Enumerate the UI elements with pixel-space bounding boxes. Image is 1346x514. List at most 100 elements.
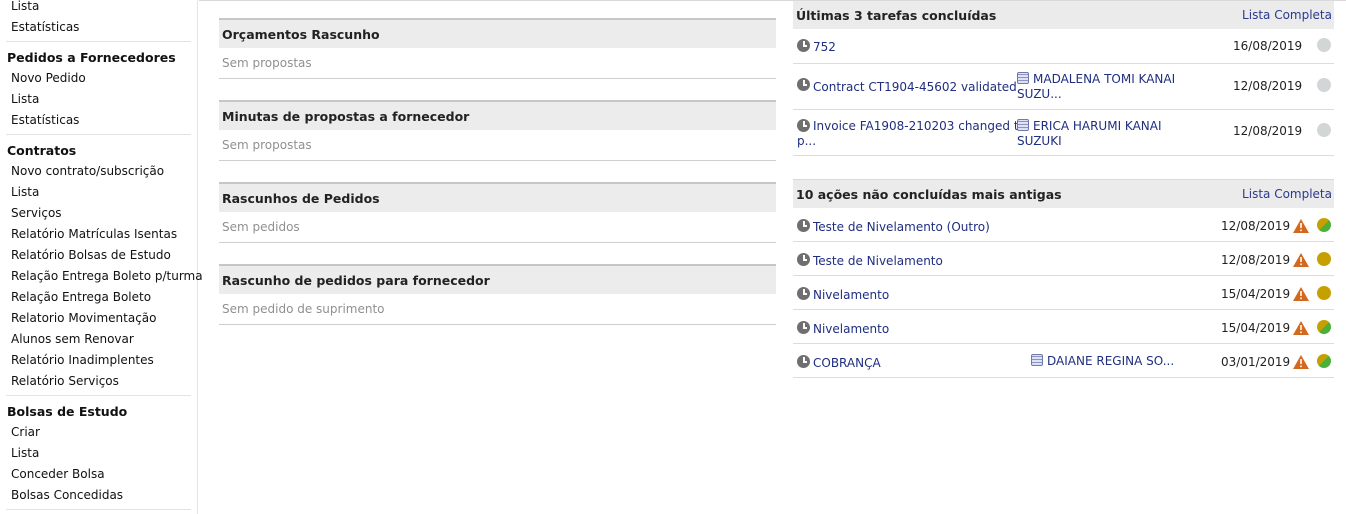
- pending-action-row: Teste de Nivelamento (Outro) 12/08/2019: [793, 208, 1334, 242]
- pending-actions-header: 10 ações não concluídas mais antigas Lis…: [793, 179, 1334, 208]
- pending-action-row: Nivelamento 15/04/2019: [793, 276, 1334, 310]
- draft-box-pedidos-fornecedor: Rascunho de pedidos para fornecedor Sem …: [219, 264, 776, 325]
- sidebar-divider: [6, 41, 191, 42]
- draft-box-orcamentos: Orçamentos Rascunho Sem propostas: [219, 18, 776, 79]
- completed-full-list-link[interactable]: Lista Completa: [1242, 1, 1332, 30]
- draft-box-title: Orçamentos Rascunho: [219, 18, 776, 48]
- building-icon: [1017, 72, 1029, 84]
- sidebar-link-relacao-entrega-boleto-turma[interactable]: Relação Entrega Boleto p/turma: [0, 266, 203, 287]
- sidebar-link-estatisticas[interactable]: Estatísticas: [0, 17, 197, 38]
- user-name-line1: MADALENA TOMI KANAI: [1033, 72, 1176, 86]
- action-date: 15/04/2019: [1221, 321, 1291, 335]
- action-link[interactable]: COBRANÇA: [813, 356, 881, 370]
- clock-icon: [797, 119, 810, 132]
- clock-icon: [797, 321, 810, 334]
- task-date: 16/08/2019: [1233, 39, 1303, 53]
- user-name-line2: SUZU...: [1017, 87, 1062, 101]
- sidebar-link-bolsas-concedidas[interactable]: Bolsas Concedidas: [0, 485, 197, 506]
- status-dot-icon: [1317, 123, 1331, 137]
- warning-icon: [1293, 253, 1309, 267]
- action-link[interactable]: Nivelamento: [813, 322, 889, 336]
- clock-icon: [797, 287, 810, 300]
- sidebar-link-servicos[interactable]: Serviços: [0, 203, 197, 224]
- sidebar-link-relatorio-inadimplentes[interactable]: Relatório Inadimplentes: [0, 350, 197, 371]
- completed-tasks-panel: Últimas 3 tarefas concluídas Lista Compl…: [793, 0, 1334, 156]
- sidebar-link-conceder-bolsa[interactable]: Conceder Bolsa: [0, 464, 197, 485]
- warning-icon: [1293, 355, 1309, 369]
- completed-tasks-title: Últimas 3 tarefas concluídas: [796, 8, 997, 23]
- task-link[interactable]: 752: [813, 40, 836, 54]
- task-link-line1: Invoice FA1908-210203 changed to: [813, 119, 1026, 133]
- sidebar-link-alunos-sem-renovar[interactable]: Alunos sem Renovar: [0, 329, 197, 350]
- status-dot-icon: [1317, 320, 1331, 334]
- user-name-line1: ERICA HARUMI KANAI: [1033, 119, 1162, 133]
- sidebar-section-contratos[interactable]: Contratos: [0, 140, 197, 161]
- action-date: 12/08/2019: [1221, 219, 1291, 233]
- draft-box-title: Rascunhos de Pedidos: [219, 182, 776, 212]
- sidebar-divider: [6, 395, 191, 396]
- user-link[interactable]: ERICA HARUMI KANAI SUZUKI: [1017, 119, 1197, 149]
- sidebar-section-bolsas-estudo[interactable]: Bolsas de Estudo: [0, 401, 197, 422]
- sidebar-link-lista[interactable]: Lista: [0, 0, 197, 17]
- warning-icon: [1293, 219, 1309, 233]
- draft-box-rascunhos-pedidos: Rascunhos de Pedidos Sem pedidos: [219, 182, 776, 243]
- pending-actions-title: 10 ações não concluídas mais antigas: [796, 187, 1062, 202]
- task-date: 12/08/2019: [1233, 79, 1303, 93]
- sidebar-section-pedidos-fornecedores[interactable]: Pedidos a Fornecedores: [0, 47, 197, 68]
- draft-box-empty-text: Sem pedidos: [222, 220, 300, 234]
- sidebar-link-relatorio-bolsas-estudo[interactable]: Relatório Bolsas de Estudo: [0, 245, 197, 266]
- clock-icon: [797, 219, 810, 232]
- sidebar-link-novo-contrato[interactable]: Novo contrato/subscrição: [0, 161, 197, 182]
- sidebar-link-lista-contratos[interactable]: Lista: [0, 182, 197, 203]
- warning-icon: [1293, 321, 1309, 335]
- sidebar-divider: [6, 134, 191, 135]
- action-link[interactable]: Teste de Nivelamento (Outro): [813, 220, 990, 234]
- status-dot-icon: [1317, 78, 1331, 92]
- completed-tasks-header: Últimas 3 tarefas concluídas Lista Compl…: [793, 0, 1334, 29]
- clock-icon: [797, 355, 810, 368]
- draft-box-minutas: Minutas de propostas a fornecedor Sem pr…: [219, 100, 776, 161]
- sidebar-link-criar[interactable]: Criar: [0, 422, 197, 443]
- user-link[interactable]: MADALENA TOMI KANAI SUZU...: [1017, 72, 1197, 102]
- completed-task-row: 752 16/08/2019: [793, 29, 1334, 64]
- status-dot-icon: [1317, 354, 1331, 368]
- sidebar-link-novo-pedido[interactable]: Novo Pedido: [0, 68, 197, 89]
- clock-icon: [797, 78, 810, 91]
- building-icon: [1017, 119, 1029, 131]
- draft-box-title: Minutas de propostas a fornecedor: [219, 100, 776, 130]
- task-link[interactable]: Invoice FA1908-210203 changed to p...: [797, 119, 1026, 149]
- status-dot-icon: [1317, 38, 1331, 52]
- sidebar-divider: [6, 509, 191, 510]
- draft-box-title: Rascunho de pedidos para fornecedor: [219, 264, 776, 294]
- left-sidebar: Lista Estatísticas Pedidos a Fornecedore…: [0, 0, 203, 514]
- draft-box-empty-text: Sem propostas: [222, 56, 312, 70]
- action-date: 03/01/2019: [1221, 355, 1291, 369]
- status-dot-icon: [1317, 252, 1331, 266]
- sidebar-link-lista-pedidos[interactable]: Lista: [0, 89, 197, 110]
- pending-action-row: Nivelamento 15/04/2019: [793, 310, 1334, 344]
- pending-actions-panel: 10 ações não concluídas mais antigas Lis…: [793, 179, 1334, 378]
- draft-box-empty-text: Sem pedido de suprimento: [222, 302, 385, 316]
- user-link[interactable]: DAIANE REGINA SO...: [1031, 354, 1174, 369]
- warning-icon: [1293, 287, 1309, 301]
- task-date: 12/08/2019: [1233, 124, 1303, 138]
- completed-task-row: Invoice FA1908-210203 changed to p... ER…: [793, 110, 1334, 156]
- action-link[interactable]: Nivelamento: [813, 288, 889, 302]
- action-date: 12/08/2019: [1221, 253, 1291, 267]
- sidebar-link-relatorio-servicos[interactable]: Relatório Serviços: [0, 371, 197, 392]
- clock-icon: [797, 253, 810, 266]
- action-link[interactable]: Teste de Nivelamento: [813, 254, 943, 268]
- task-link[interactable]: Contract CT1904-45602 validated: [813, 80, 1017, 94]
- sidebar-link-relatorio-movimentacao[interactable]: Relatorio Movimentação: [0, 308, 197, 329]
- draft-box-empty-text: Sem propostas: [222, 138, 312, 152]
- sidebar-link-estatisticas-pedidos[interactable]: Estatísticas: [0, 110, 197, 131]
- clock-icon: [797, 39, 810, 52]
- action-date: 15/04/2019: [1221, 287, 1291, 301]
- sidebar-link-lista-bolsas[interactable]: Lista: [0, 443, 197, 464]
- sidebar-link-relatorio-matriculas-isentas[interactable]: Relatório Matrículas Isentas: [0, 224, 197, 245]
- sidebar-link-relacao-entrega-boleto[interactable]: Relação Entrega Boleto: [0, 287, 197, 308]
- pending-full-list-link[interactable]: Lista Completa: [1242, 180, 1332, 209]
- task-link-line2: p...: [797, 134, 817, 148]
- user-name-line2: SUZUKI: [1017, 134, 1062, 148]
- building-icon: [1031, 354, 1043, 366]
